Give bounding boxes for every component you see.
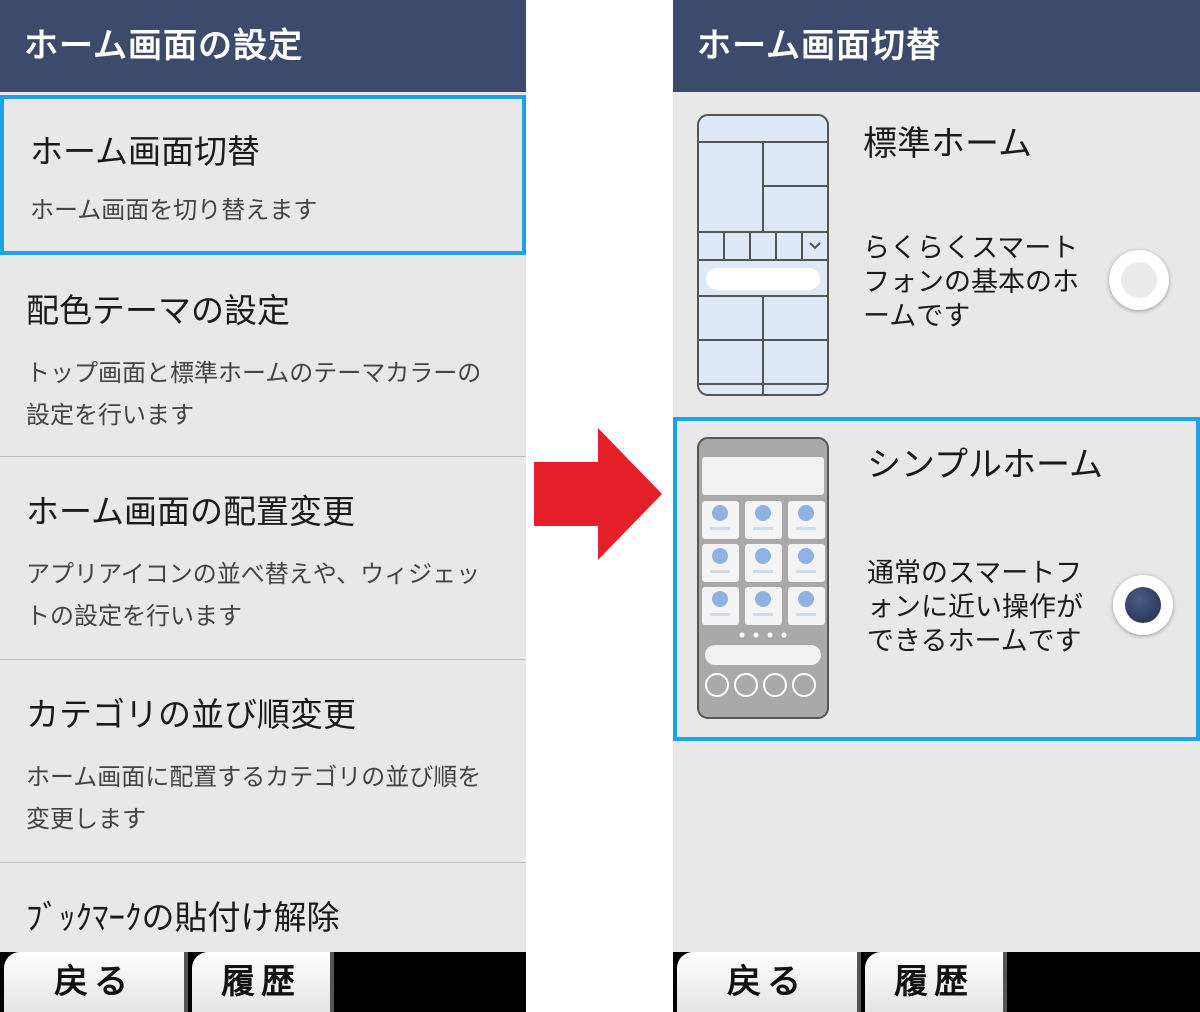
menu-item-title: ホーム画面切替 xyxy=(30,132,261,171)
menu-item-title: 配色テーマの設定 xyxy=(26,291,290,330)
menu-item-description: アプリアイコンの並べ替えや、ウィジェットの設定を行います xyxy=(26,560,481,630)
menu-item-description: トップ画面と標準ホームのテーマカラーの設定を行います xyxy=(26,359,482,429)
menu-item-title: ホーム画面の配置変更 xyxy=(26,492,356,531)
menu-item-color-theme[interactable]: 配色テーマの設定 トップ画面と標準ホームのテーマカラーの設定を行います xyxy=(0,258,526,456)
simple-home-preview-image xyxy=(697,437,829,719)
menu-item-category-order[interactable]: カテゴリの並び順変更 ホーム画面に配置するカテゴリの並び順を変更します xyxy=(0,660,526,862)
option-title: シンプルホーム xyxy=(867,445,1103,485)
history-button[interactable]: 履歴 xyxy=(865,952,1007,1012)
menu-item-layout-change[interactable]: ホーム画面の配置変更 アプリアイコンの並べ替えや、ウィジェットの設定を行います xyxy=(0,457,526,659)
option-description: 通常のスマートフォンに近い操作ができるホームです xyxy=(867,558,1083,657)
right-arrow-icon xyxy=(534,428,662,560)
menu-item-bookmark-unpin[interactable]: ﾌﾞｯｸﾏｰｸの貼付け解除 xyxy=(0,863,526,952)
option-standard-home[interactable]: 標準ホーム らくらくスマートフォンの基本のホームです xyxy=(673,100,1200,412)
history-button[interactable]: 履歴 xyxy=(192,952,334,1012)
home-switch-screen: ホーム画面切替 標準ホーム らくらくスマートフォンの基本のホームです シンプルホ… xyxy=(673,0,1200,1012)
softkey-bar: 戻る 履歴 xyxy=(0,952,526,1012)
menu-item-home-switch[interactable]: ホーム画面切替 ホーム画面を切り替えます xyxy=(0,95,526,255)
option-description: らくらくスマートフォンの基本のホームです xyxy=(863,233,1079,332)
back-button[interactable]: 戻る xyxy=(677,952,861,1012)
menu-item-title: カテゴリの並び順変更 xyxy=(26,695,356,734)
option-title: 標準ホーム xyxy=(863,124,1032,164)
radio-unselected-icon[interactable] xyxy=(1109,250,1169,310)
page-title: ホーム画面の設定 xyxy=(0,0,526,92)
softkey-bar: 戻る 履歴 xyxy=(673,952,1200,1012)
back-button[interactable]: 戻る xyxy=(4,952,188,1012)
standard-home-preview-image xyxy=(697,114,829,396)
option-simple-home[interactable]: シンプルホーム 通常のスマートフォンに近い操作ができるホームです xyxy=(673,417,1200,741)
radio-selected-icon[interactable] xyxy=(1113,575,1173,635)
page-title: ホーム画面切替 xyxy=(673,0,1200,92)
menu-item-description: ホーム画面に配置するカテゴリの並び順を変更します xyxy=(26,763,482,833)
home-settings-screen: ホーム画面の設定 ホーム画面切替 ホーム画面を切り替えます 配色テーマの設定 ト… xyxy=(0,0,526,1012)
menu-item-description: ホーム画面を切り替えます xyxy=(30,196,318,224)
menu-item-title: ﾌﾞｯｸﾏｰｸの貼付け解除 xyxy=(26,898,340,937)
